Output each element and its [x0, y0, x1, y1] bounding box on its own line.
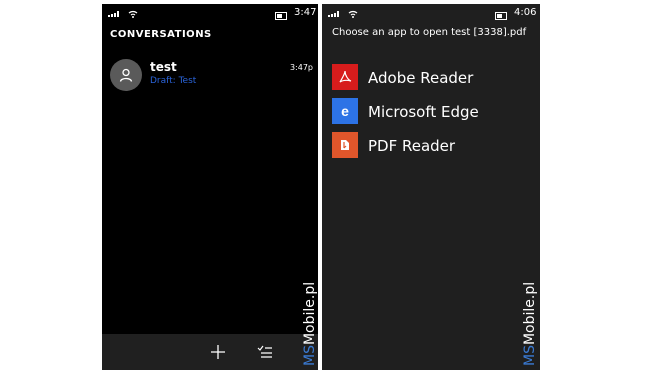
new-message-button[interactable]	[208, 342, 228, 362]
wifi-icon	[348, 10, 358, 18]
wifi-icon	[128, 10, 138, 18]
adobe-reader-icon	[332, 64, 358, 90]
conversation-time: 3:47p	[289, 63, 313, 72]
watermark: MSMobile.pl	[302, 246, 318, 366]
signal-icon	[108, 11, 119, 17]
open-with-screen: 4:06 Choose an app to open test [3338].p…	[322, 4, 540, 370]
avatar	[110, 59, 142, 91]
app-label: Adobe Reader	[368, 69, 474, 87]
app-option-adobe-reader[interactable]: Adobe Reader	[332, 64, 532, 90]
pdf-reader-icon	[332, 132, 358, 158]
app-option-pdf-reader[interactable]: PDF Reader	[332, 132, 532, 158]
watermark-rest: Mobile.pl	[302, 281, 318, 346]
watermark-rest: Mobile.pl	[522, 281, 538, 346]
microsoft-edge-icon: e	[332, 98, 358, 124]
battery-icon	[495, 12, 507, 20]
status-time: 3:47	[294, 7, 317, 18]
watermark-ms: MS	[302, 345, 318, 366]
messaging-screen: 3:47 CONVERSATIONS test Draft: Test 3:47…	[102, 4, 318, 370]
status-bar: 4:06	[322, 4, 540, 22]
dialog-title: Choose an app to open test [3338].pdf	[332, 27, 527, 38]
person-icon	[119, 68, 133, 82]
signal-icon	[328, 11, 339, 17]
status-time: 4:06	[514, 7, 537, 18]
status-bar: 3:47	[102, 4, 318, 22]
app-label: PDF Reader	[368, 137, 456, 155]
conversation-name: test	[150, 60, 177, 74]
conversation-draft: Draft: Test	[150, 76, 197, 86]
watermark-ms: MS	[522, 345, 538, 366]
select-button[interactable]	[255, 342, 275, 362]
battery-icon	[275, 12, 287, 20]
app-option-microsoft-edge[interactable]: e Microsoft Edge	[332, 98, 532, 124]
app-bar	[102, 334, 318, 370]
app-label: Microsoft Edge	[368, 103, 479, 121]
page-title: CONVERSATIONS	[110, 29, 212, 40]
watermark: MSMobile.pl	[522, 246, 540, 366]
conversation-item[interactable]: test Draft: Test 3:47p	[110, 59, 315, 99]
